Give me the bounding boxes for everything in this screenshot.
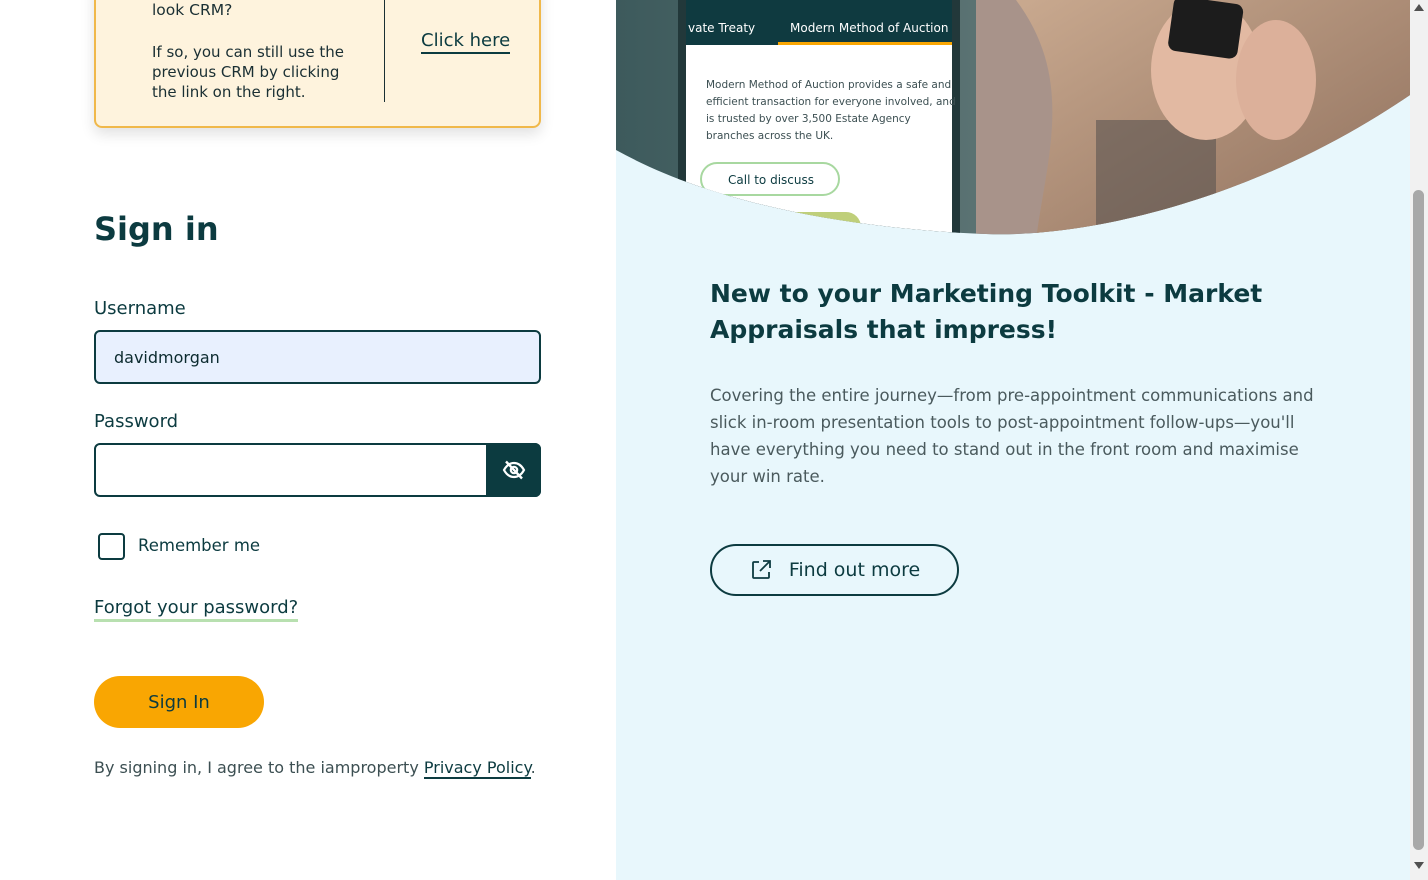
toggle-password-button[interactable] (486, 443, 541, 497)
phone-tab-mma: Modern Method of Auction (790, 21, 948, 35)
phone-text-line-2: efficient transaction for everyone invol… (706, 96, 956, 108)
eye-off-icon (502, 460, 525, 480)
notice-message: If so, you can still use the previous CR… (152, 43, 344, 101)
scroll-up-arrow-icon[interactable] (1414, 4, 1424, 11)
phone-text-line-3: is trusted by over 3,500 Estate Agency (706, 113, 911, 125)
click-here-link[interactable]: Click here (421, 30, 511, 54)
page-title: Sign in (94, 210, 219, 248)
password-input[interactable] (94, 443, 541, 497)
forgot-password-link[interactable]: Forgot your password? (94, 597, 299, 622)
find-out-more-label: Find out more (788, 559, 921, 581)
agree-text: By signing in, I agree to the iampropert… (94, 758, 536, 779)
scroll-thumb[interactable] (1413, 190, 1424, 850)
notice-question: look CRM? (152, 1, 233, 19)
scroll-down-arrow-icon[interactable] (1414, 862, 1424, 869)
phone-text-line-1: Modern Method of Auction provides a safe… (706, 79, 951, 91)
legacy-crm-notice: look CRM? If so, you can still use the p… (94, 0, 541, 128)
remember-me-checkbox[interactable] (98, 533, 125, 560)
hero-image: vate Treaty Modern Method of Auction Mod… (616, 0, 1410, 235)
signin-panel: look CRM? If so, you can still use the p… (0, 0, 616, 880)
phone-text-line-4: branches across the UK. (706, 130, 833, 142)
agree-suffix: . (530, 758, 536, 777)
page-scrollbar[interactable] (1410, 0, 1428, 880)
phone-call-button: Call to discuss (728, 173, 814, 187)
promo-paragraph: Covering the entire journey—from pre-app… (710, 386, 1314, 486)
privacy-policy-link[interactable]: Privacy Policy (423, 758, 531, 779)
notice-divider (384, 0, 385, 102)
external-link-icon (751, 560, 771, 579)
phone-tab-private-treaty: vate Treaty (688, 21, 755, 35)
username-label: Username (94, 298, 186, 319)
remember-me-label: Remember me (138, 536, 261, 555)
find-out-more-button[interactable]: Find out more (710, 544, 959, 596)
sign-in-button[interactable]: Sign In (94, 676, 264, 728)
agree-prefix: By signing in, I agree to the iampropert… (94, 758, 424, 777)
promo-heading: New to your Marketing Toolkit - Market A… (710, 279, 1263, 344)
password-label: Password (94, 411, 179, 432)
promo-panel: vate Treaty Modern Method of Auction Mod… (616, 0, 1410, 880)
username-input[interactable] (94, 330, 541, 384)
